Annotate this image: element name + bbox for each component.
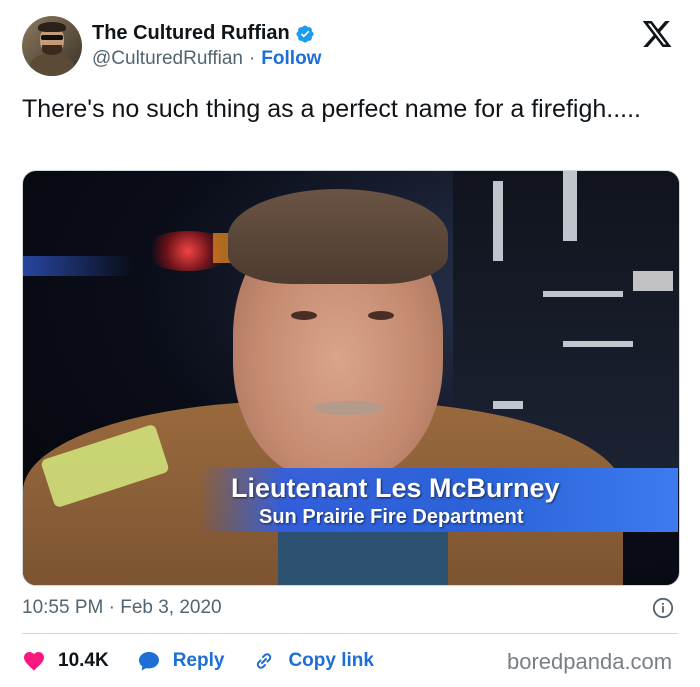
reply-label: Reply — [172, 650, 225, 671]
copy-link-button[interactable]: Copy link — [252, 649, 374, 673]
tweet-card: The Cultured Ruffian @CulturedRuffian · … — [0, 0, 700, 687]
verified-badge-icon — [296, 24, 314, 43]
author-handle-row: @CulturedRuffian · Follow — [92, 48, 321, 70]
watermark: boredpanda.com — [507, 649, 673, 674]
tweet-media-image[interactable]: Lieutenant Les McBurney Sun Prairie Fire… — [22, 170, 680, 586]
author-display-name[interactable]: The Cultured Ruffian — [92, 22, 290, 45]
heart-icon — [24, 652, 44, 671]
copy-link-label: Copy link — [288, 650, 374, 671]
likes-count: 10.4K — [58, 650, 109, 671]
divider — [22, 633, 678, 634]
reply-button[interactable]: Reply — [137, 649, 225, 673]
like-button[interactable]: 10.4K — [22, 649, 109, 673]
avatar[interactable] — [22, 16, 82, 76]
separator-dot: · — [248, 48, 256, 69]
tweet-timestamp[interactable]: 10:55 PM · Feb 3, 2020 — [22, 597, 222, 619]
author-name-row: The Cultured Ruffian — [92, 22, 315, 45]
media-caption-department: Sun Prairie Fire Department — [259, 506, 524, 528]
action-bar: 10.4K Reply Copy link — [22, 648, 374, 674]
follow-button[interactable]: Follow — [261, 48, 321, 70]
tweet-text: There's no such thing as a perfect name … — [22, 95, 641, 123]
x-logo-icon[interactable] — [640, 18, 674, 50]
reply-icon — [138, 652, 159, 671]
author-handle[interactable]: @CulturedRuffian — [92, 48, 243, 70]
info-icon[interactable] — [652, 597, 674, 619]
media-caption-name: Lieutenant Les McBurney — [231, 473, 560, 503]
link-icon — [257, 653, 272, 669]
